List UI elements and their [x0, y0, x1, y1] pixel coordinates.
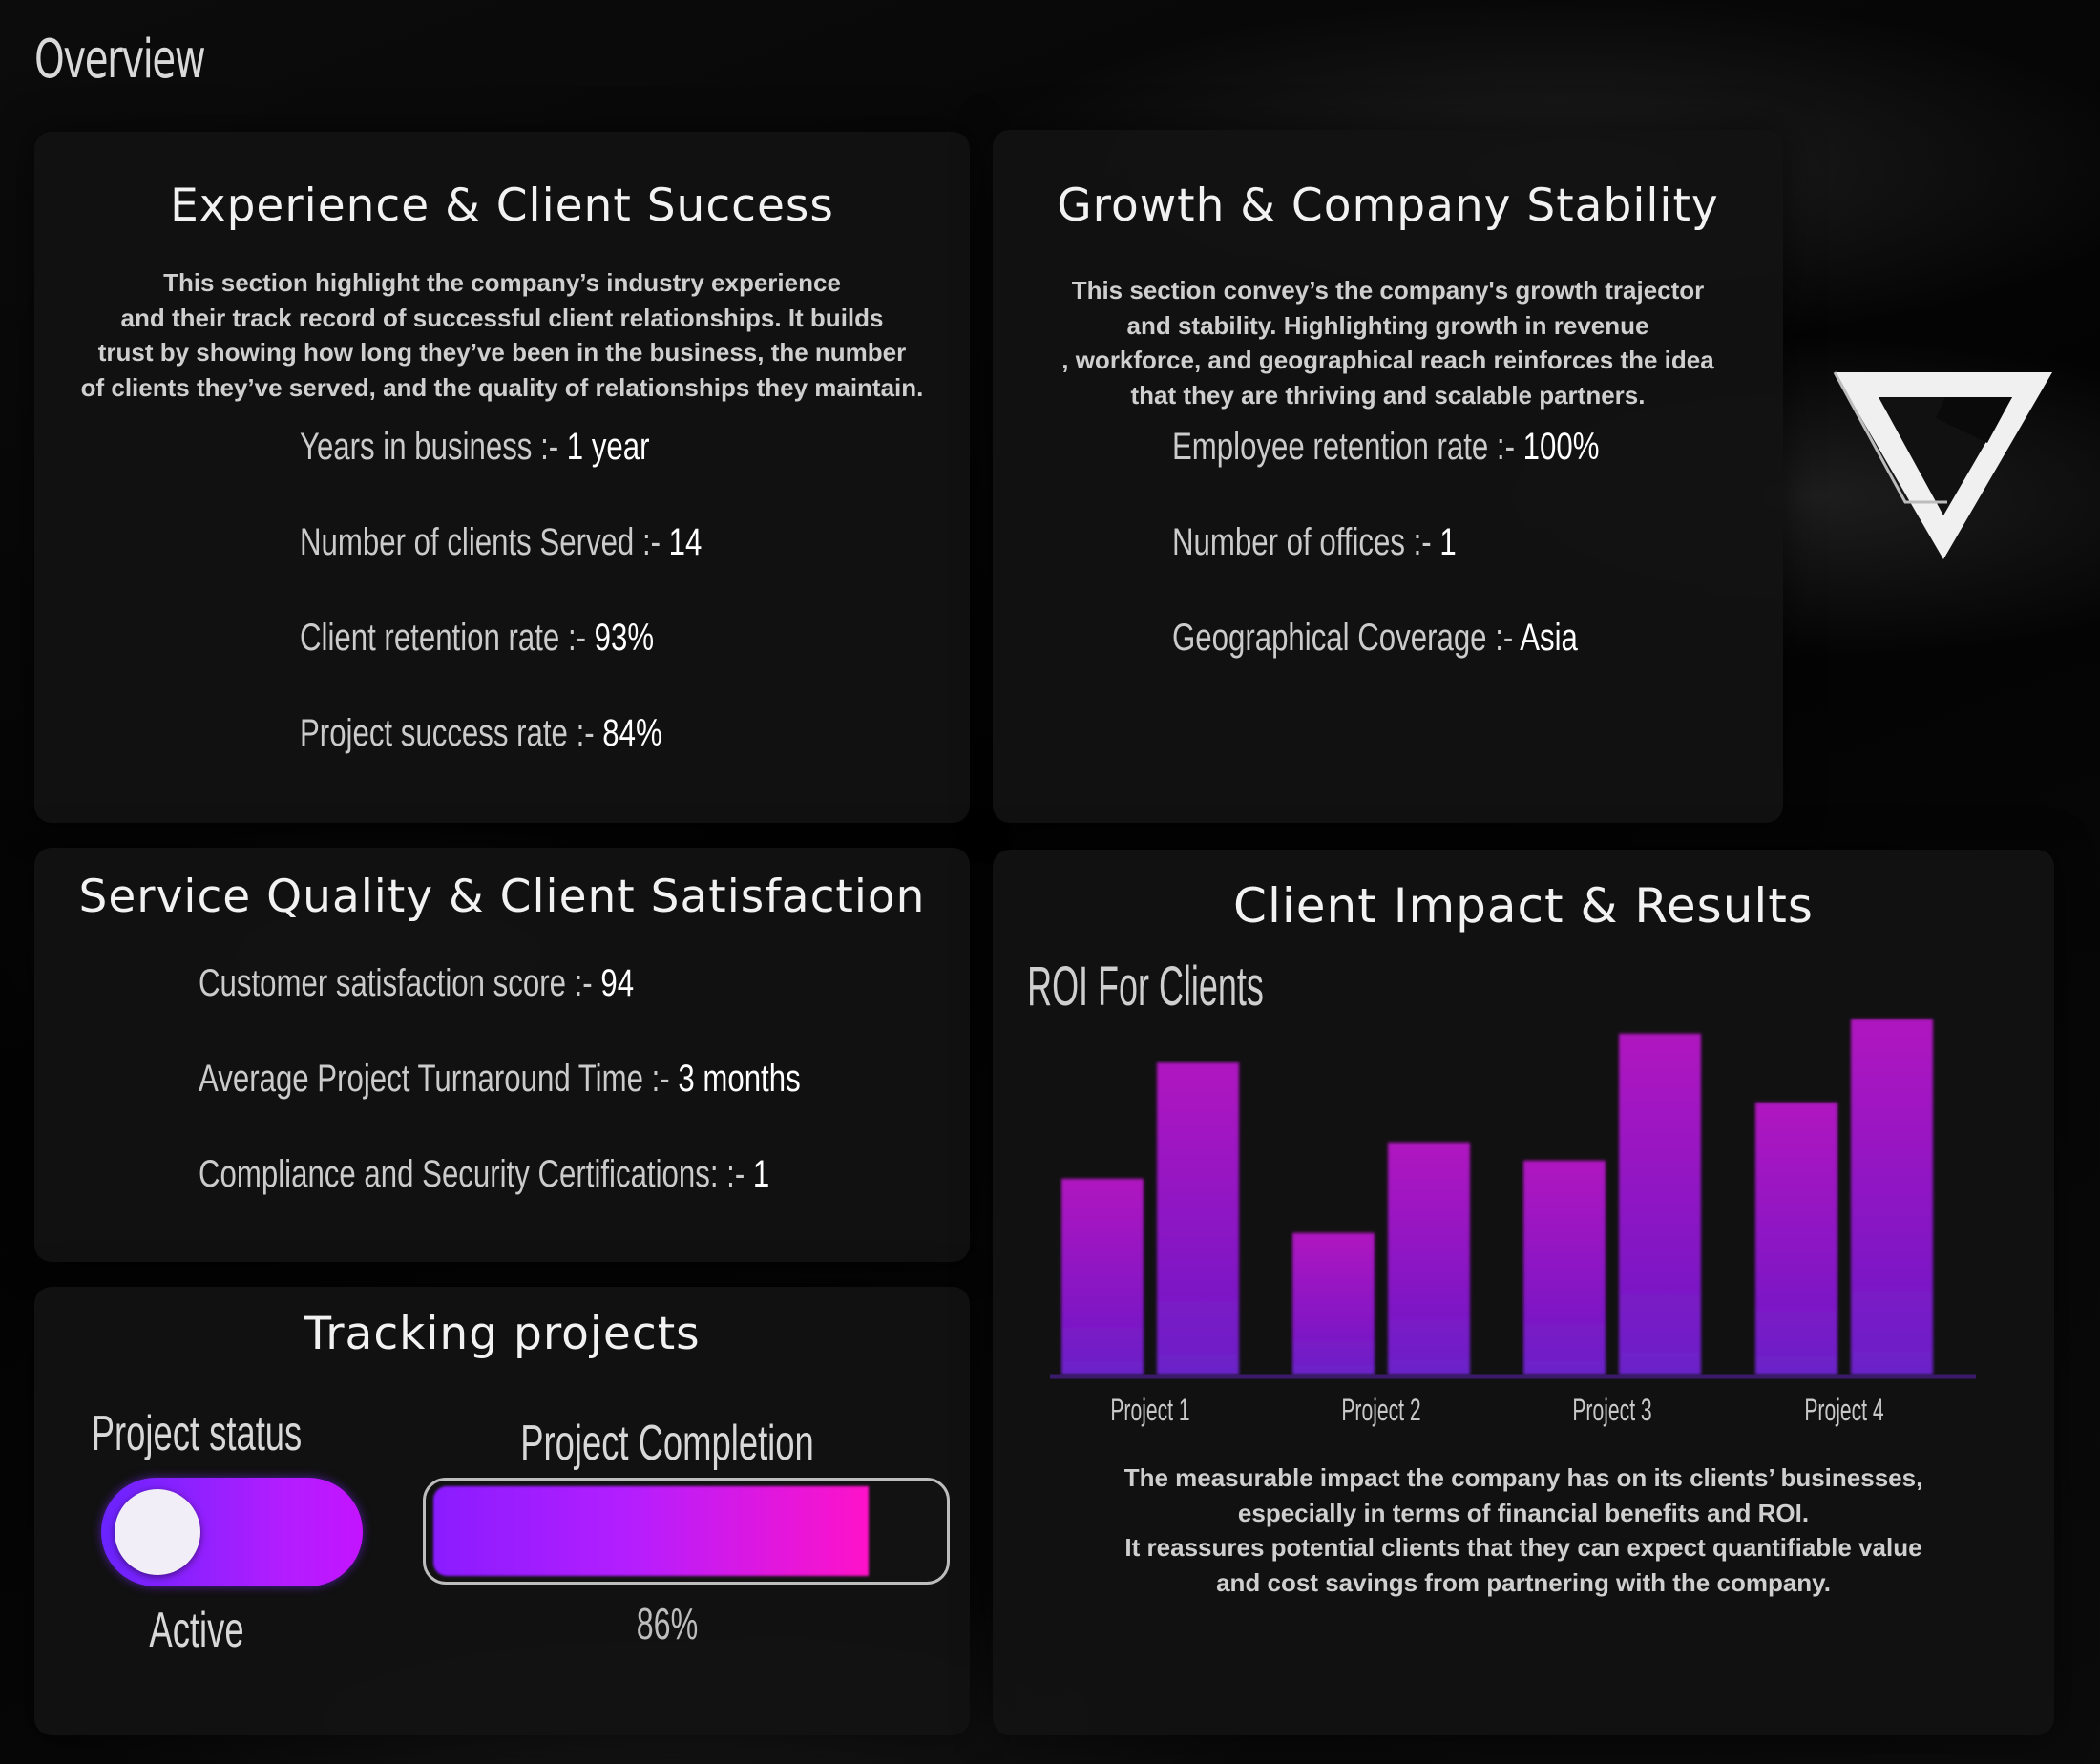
x-tick-label: Project 2	[1341, 1392, 1420, 1427]
stat-value: 3 months	[678, 1058, 801, 1100]
roi-bar-chart: Project 1 Project 2 Project 3 Project 4	[1050, 1018, 1976, 1427]
bar-project-4-series-1	[1755, 1102, 1838, 1375]
bar-project-3-series-2	[1619, 1033, 1701, 1375]
stat-value: 1 year	[566, 426, 650, 468]
stat-offices: Number of offices :- 1	[1172, 521, 1457, 564]
stat-value: 1	[752, 1153, 770, 1195]
description-line: and stability. Highlighting growth in re…	[1126, 310, 1649, 340]
x-tick-label: Project 4	[1804, 1392, 1883, 1427]
project-completion-label: Project Completion	[520, 1416, 814, 1471]
stat-geographical-coverage: Geographical Coverage :- Asia	[1172, 617, 1578, 660]
stat-customer-satisfaction: Customer satisfaction score :- 94	[199, 962, 634, 1005]
page-title: Overview	[34, 29, 206, 91]
stat-label: Client retention rate :-	[300, 617, 595, 659]
description-line: that they are thriving and scalable part…	[1130, 380, 1646, 410]
experience-card: Experience & Client Success This section…	[34, 132, 970, 823]
inverted-triangle-logo-icon	[1833, 371, 2052, 559]
stat-label: Average Project Turnaround Time :-	[199, 1058, 679, 1100]
stat-label: Employee retention rate :-	[1172, 426, 1523, 468]
description-line: trust by showing how long they’ve been i…	[97, 338, 907, 367]
stat-employee-retention: Employee retention rate :- 100%	[1172, 426, 1599, 469]
stat-value: Asia	[1520, 617, 1578, 659]
bar-project-1-series-1	[1061, 1178, 1144, 1375]
bar-project-2-series-2	[1388, 1142, 1470, 1375]
description-line: and cost savings from partnering with th…	[1216, 1567, 1831, 1597]
stat-client-retention: Client retention rate :- 93%	[300, 617, 654, 660]
stat-years-in-business: Years in business :- 1 year	[300, 426, 650, 469]
stat-value: 84%	[602, 712, 662, 754]
stat-clients-served: Number of clients Served :- 14	[300, 521, 702, 564]
x-tick-label: Project 3	[1572, 1392, 1651, 1427]
stat-value: 1	[1439, 521, 1457, 563]
progress-fill	[433, 1486, 869, 1576]
stat-project-success: Project success rate :- 84%	[300, 712, 662, 755]
stat-certifications: Compliance and Security Certifications: …	[199, 1153, 769, 1196]
toggle-knob	[115, 1489, 200, 1575]
project-status-value: Active	[149, 1603, 244, 1658]
stat-value: 100%	[1522, 426, 1600, 468]
description-line: This section convey’s the company's grow…	[1071, 276, 1705, 304]
impact-description: The measurable impact the company has on…	[993, 1460, 2054, 1600]
stat-turnaround-time: Average Project Turnaround Time :- 3 mon…	[199, 1058, 801, 1101]
stat-value: 94	[600, 962, 635, 1004]
growth-title: Growth & Company Stability	[1057, 179, 1719, 232]
bar-project-2-series-1	[1292, 1232, 1375, 1375]
service-card: Service Quality & Client Satisfaction Cu…	[34, 848, 970, 1262]
stat-label: Compliance and Security Certifications: …	[199, 1153, 753, 1195]
stat-label: Number of clients Served :-	[300, 521, 669, 563]
project-completion-progress-bar	[423, 1478, 950, 1585]
description-line: This section highlight the company’s ind…	[163, 268, 841, 297]
description-line: The measurable impact the company has on…	[1124, 1463, 1923, 1492]
tracking-title: Tracking projects	[304, 1308, 701, 1360]
experience-description: This section highlight the company’s ind…	[34, 265, 970, 405]
growth-card: Growth & Company Stability This section …	[993, 130, 1783, 823]
growth-description: This section convey’s the company's grow…	[993, 273, 1783, 412]
stat-label: Years in business :-	[300, 426, 567, 468]
experience-title: Experience & Client Success	[170, 179, 834, 232]
description-line: of clients they’ve served, and the quali…	[80, 372, 924, 402]
tracking-card: Tracking projects Project status Active …	[34, 1287, 970, 1735]
description-line: and their track record of successful cli…	[120, 303, 884, 332]
impact-card: Client Impact & Results ROI For Clients …	[993, 850, 2054, 1735]
stat-label: Geographical Coverage :-	[1172, 617, 1521, 659]
project-status-label: Project status	[91, 1406, 303, 1461]
x-tick-label: Project 1	[1110, 1392, 1189, 1427]
stat-label: Number of offices :-	[1172, 521, 1440, 563]
chart-bars	[1061, 1018, 1933, 1375]
chart-x-labels: Project 1 Project 2 Project 3 Project 4	[1110, 1392, 1883, 1427]
stat-value: 93%	[594, 617, 655, 659]
project-status-toggle[interactable]	[101, 1478, 363, 1586]
stat-value: 14	[668, 521, 703, 563]
description-line: It reassures potential clients that they…	[1124, 1533, 1922, 1562]
description-line: , workforce, and geographical reach rein…	[1061, 346, 1714, 374]
bar-project-4-series-2	[1851, 1018, 1933, 1375]
stat-label: Project success rate :-	[300, 712, 603, 754]
service-title: Service Quality & Client Satisfaction	[78, 871, 926, 923]
project-completion-value: 86%	[636, 1599, 699, 1648]
description-line: especially in terms of financial benefit…	[1237, 1498, 1810, 1527]
stat-label: Customer satisfaction score :-	[199, 962, 601, 1004]
bar-project-1-series-2	[1157, 1062, 1239, 1375]
bar-project-3-series-1	[1523, 1160, 1606, 1375]
